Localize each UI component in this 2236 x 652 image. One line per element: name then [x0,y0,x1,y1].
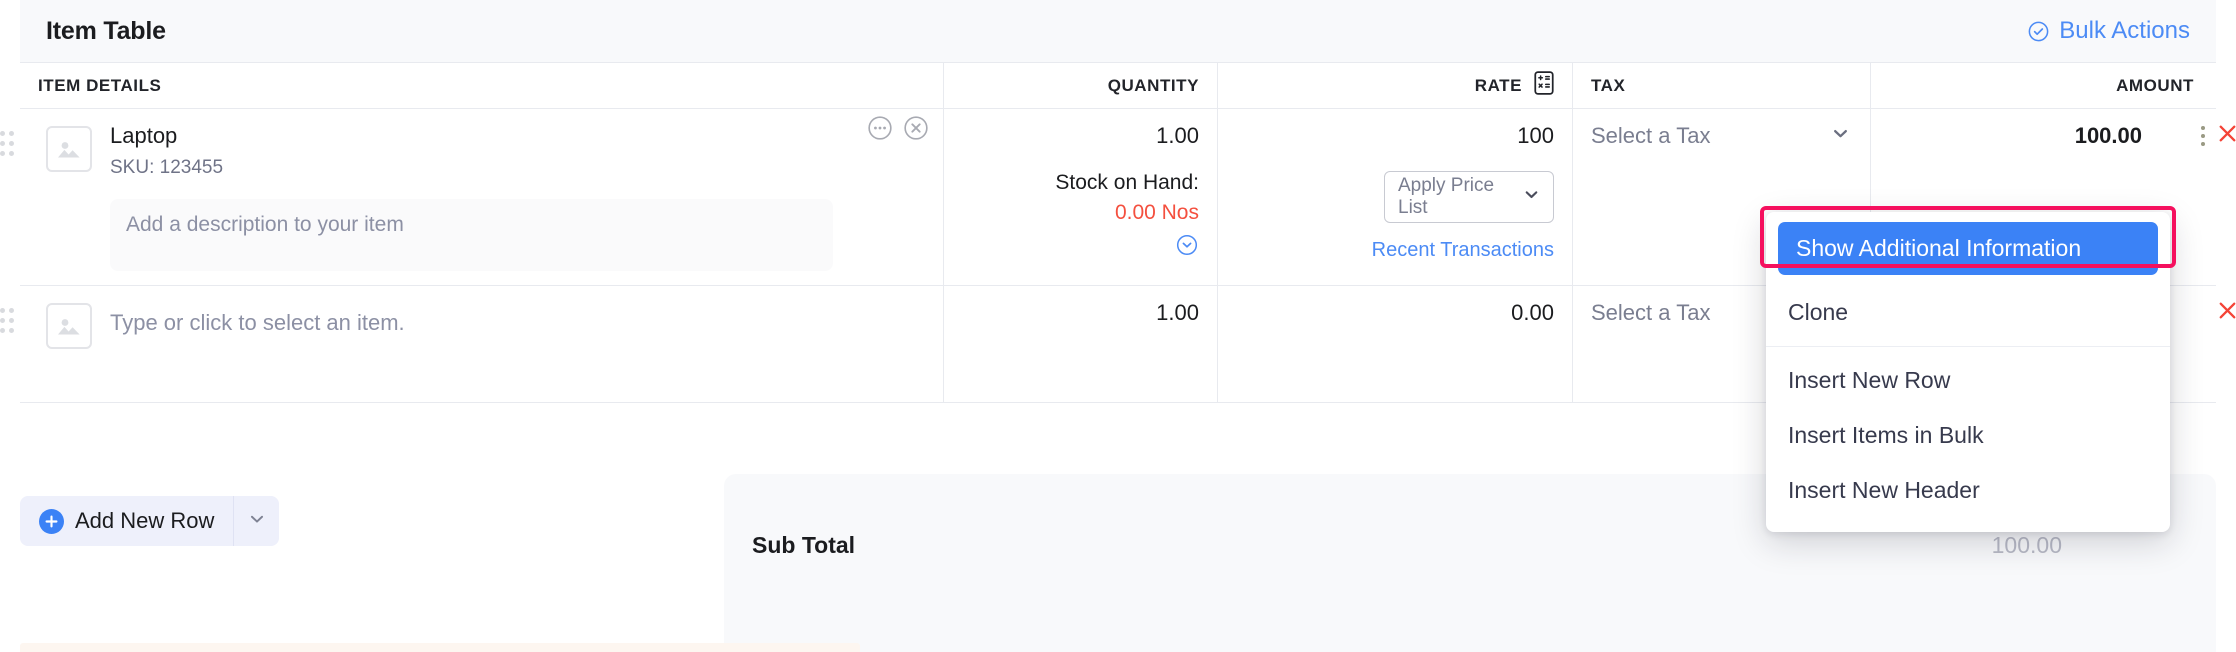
row-quantity-cell: 1.00 Stock on Hand: 0.00 Nos [943,109,1217,286]
recent-transactions-link[interactable]: Recent Transactions [1236,239,1554,262]
item-description-input[interactable]: Add a description to your item [110,199,833,272]
tax-select-label: Select a Tax [1591,300,1711,326]
row-item-details-cell: Type or click to select an item. [0,286,943,402]
show-additional-information-button[interactable]: Show Additional Information [1778,222,2158,275]
row-tools [2201,121,2236,151]
panel-header: Item Table Bulk Actions [20,0,2216,63]
kebab-menu-icon[interactable] [2201,126,2205,146]
bulk-actions-button[interactable]: Bulk Actions [2027,17,2190,45]
image-placeholder-icon [46,303,92,350]
image-placeholder-icon [46,126,92,172]
chevron-down-circle-icon[interactable] [962,233,1199,257]
bottom-notice-strip [20,643,860,652]
row-tools [2215,298,2236,328]
tax-select[interactable]: Select a Tax [1591,123,1852,149]
row-item-details-cell: Laptop SKU: 123455 Add a description to … [0,109,943,285]
item-body: Laptop SKU: 123455 Add a description to … [110,123,925,272]
remove-circle-icon[interactable] [903,115,929,146]
table-header-row: ITEM DETAILS QUANTITY RATE TAX AMOUNT [20,63,2216,109]
rate-value[interactable]: 0.00 [1236,300,1554,326]
context-menu-item-clone[interactable]: Clone [1766,285,2170,340]
item-body: Type or click to select an item. [110,300,925,388]
context-menu-item-insert-items-in-bulk[interactable]: Insert Items in Bulk [1766,408,2170,463]
row-rate-cell: 100 Apply Price List Recent Transactions [1217,109,1572,286]
chevron-down-icon [1831,123,1850,149]
chevron-down-icon [248,510,266,533]
column-header-quantity: QUANTITY [943,63,1217,108]
column-header-amount: AMOUNT [1870,63,2216,108]
context-menu-primary-wrap: Show Additional Information [1760,206,2176,285]
quantity-value[interactable]: 1.00 [962,123,1199,149]
page-title: Item Table [46,16,166,45]
column-header-item-details: ITEM DETAILS [38,75,162,95]
plus-circle-icon [39,508,64,534]
row-quantity-cell: 1.00 [943,286,1217,403]
bulk-actions-label: Bulk Actions [2059,17,2190,44]
add-new-row-button[interactable]: Add New Row [20,496,233,546]
context-menu-item-insert-new-header[interactable]: Insert New Header [1766,463,2170,518]
column-header-rate: RATE [1217,63,1572,108]
item-action-icons [867,115,929,146]
add-new-row-label: Add New Row [75,508,215,533]
calculator-icon[interactable] [1534,71,1554,100]
row-context-menu: Show Additional Information Clone Insert… [1760,206,2176,532]
drag-handle-icon[interactable] [0,131,14,157]
close-x-icon[interactable] [2215,121,2236,151]
more-circle-icon[interactable] [867,115,893,146]
amount-value: 100.00 [2074,123,2142,148]
add-new-row-group: Add New Row [20,496,280,546]
close-x-icon[interactable] [2215,298,2236,328]
context-menu-item-insert-new-row[interactable]: Insert New Row [1766,353,2170,408]
item-name[interactable]: Laptop [110,123,833,149]
sub-total-value: 100.00 [1991,532,2062,558]
rate-value[interactable]: 100 [1236,123,1554,149]
check-circle-icon [2027,20,2050,43]
add-new-row-caret-button[interactable] [233,496,279,546]
tax-select-label: Select a Tax [1591,123,1711,148]
row-rate-cell: 0.00 [1217,286,1572,403]
apply-price-list-select[interactable]: Apply Price List [1384,171,1554,224]
quantity-value[interactable]: 1.00 [962,300,1199,326]
item-sku: SKU: 123455 [110,157,224,179]
chevron-down-icon [1523,186,1540,209]
sub-total-label: Sub Total [752,532,856,558]
item-table-screen: Item Table Bulk Actions ITEM DETAILS QUA… [0,0,2236,652]
stock-on-hand-value: 0.00 Nos [1114,201,1199,225]
column-header-tax: TAX [1572,63,1870,108]
apply-price-list-label: Apply Price List [1398,175,1495,219]
stock-on-hand-label: Stock on Hand: [1055,171,1199,195]
drag-handle-icon[interactable] [0,308,14,334]
context-menu-divider [1766,346,2170,347]
item-select-input[interactable]: Type or click to select an item. [110,300,833,346]
